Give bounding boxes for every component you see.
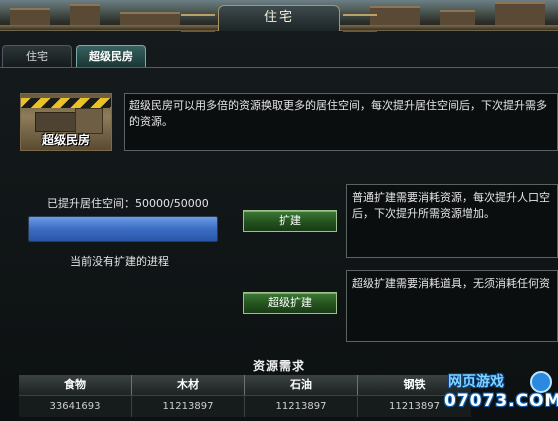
watermark-line2: 07073.COM	[444, 391, 558, 411]
expand-button[interactable]: 扩建	[243, 210, 337, 232]
super-house-image-caption: 超级民房	[41, 133, 90, 147]
living-space-label: 已提升居住空间：50000/50000	[47, 197, 209, 210]
mascot-icon	[530, 371, 552, 393]
super-house-image: 超级民房	[20, 93, 112, 151]
expansion-status-text: 当前没有扩建的进程	[70, 255, 169, 268]
window-title: 住宅	[181, 5, 377, 32]
tab-bar: 住宅 超级民房	[2, 45, 150, 69]
intro-description: 超级民房可以用多倍的资源换取更多的居住空间，每次提升居住空间后，下次提升需多的资…	[124, 93, 558, 151]
value-oil: 11213897	[245, 395, 358, 417]
value-wood: 11213897	[132, 395, 245, 417]
site-watermark: 网页游戏 07073.COM	[444, 371, 558, 415]
header-food: 食物	[19, 375, 132, 395]
progress-fill	[29, 217, 217, 241]
value-food: 33641693	[19, 395, 132, 417]
tab-residence[interactable]: 住宅	[2, 45, 72, 67]
expand-description: 普通扩建需要消耗资源，每次提升人口空后，下次提升所需资源增加。	[346, 184, 558, 258]
living-space-progress-bar	[28, 216, 218, 242]
tab-super-house[interactable]: 超级民房	[76, 45, 146, 67]
header-oil: 石油	[245, 375, 358, 395]
header-wood: 木材	[132, 375, 245, 395]
super-expand-description: 超级扩建需要消耗道具，无须消耗任何资	[346, 270, 558, 342]
super-expand-button[interactable]: 超级扩建	[243, 292, 337, 314]
tab-divider	[0, 67, 558, 68]
watermark-line1: 网页游戏	[448, 374, 504, 390]
